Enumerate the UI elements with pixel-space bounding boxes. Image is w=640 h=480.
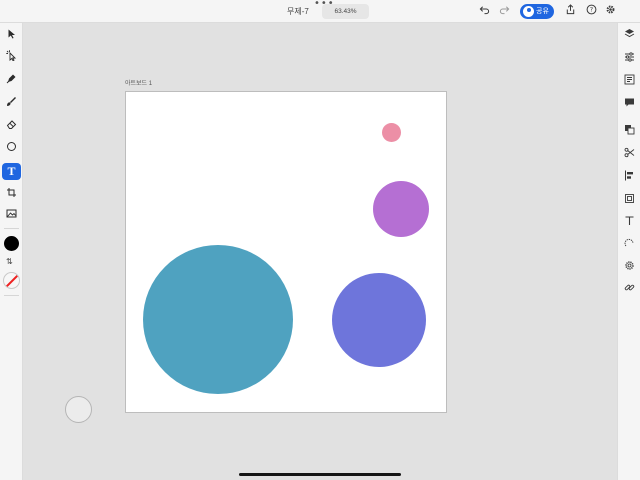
svg-text:?: ? bbox=[589, 6, 592, 14]
brush-tool[interactable] bbox=[2, 96, 21, 113]
swap-colors-icon[interactable]: ⇅ bbox=[6, 257, 13, 266]
brush-icon bbox=[7, 97, 16, 106]
artboard[interactable] bbox=[125, 91, 447, 413]
fill-color-swatch[interactable] bbox=[4, 236, 19, 251]
indigo-circle[interactable] bbox=[332, 273, 426, 367]
toolbar-divider bbox=[4, 228, 19, 229]
document-title[interactable]: 무제-7 bbox=[287, 6, 309, 17]
comments-icon[interactable] bbox=[622, 97, 637, 111]
redo-icon[interactable] bbox=[497, 4, 511, 18]
direct-select-tool[interactable] bbox=[2, 50, 21, 67]
image-tool[interactable] bbox=[2, 208, 21, 225]
person-icon bbox=[523, 6, 534, 17]
type-icon[interactable] bbox=[622, 215, 637, 229]
repeat-icon[interactable] bbox=[622, 237, 637, 251]
arrange-icon[interactable] bbox=[622, 124, 637, 138]
artboard-label[interactable]: 아트보드 1 bbox=[125, 78, 152, 87]
undo-icon[interactable] bbox=[477, 4, 491, 18]
pink-circle[interactable] bbox=[382, 123, 401, 142]
quick-action-button[interactable] bbox=[65, 396, 92, 423]
purple-circle[interactable] bbox=[373, 181, 429, 237]
select-tool[interactable] bbox=[2, 28, 21, 45]
layers-icon[interactable] bbox=[622, 28, 637, 42]
stroke-color-swatch[interactable] bbox=[3, 272, 20, 289]
properties-icon[interactable] bbox=[622, 51, 637, 65]
toolbar-divider bbox=[4, 295, 19, 296]
eraser-icon bbox=[6, 120, 17, 129]
gear-icon[interactable] bbox=[603, 4, 617, 18]
shape-tool[interactable] bbox=[2, 141, 21, 158]
right-panel bbox=[617, 23, 640, 480]
ellipse-icon bbox=[7, 142, 16, 151]
artboard-tool[interactable] bbox=[2, 187, 21, 204]
left-toolbar: T ⇅ bbox=[0, 23, 23, 480]
arrow-icon bbox=[8, 29, 15, 39]
transform-icon[interactable] bbox=[622, 193, 637, 207]
libraries-icon[interactable] bbox=[622, 74, 637, 88]
pen-tool[interactable] bbox=[2, 73, 21, 90]
align-icon[interactable] bbox=[622, 170, 637, 184]
eraser-tool[interactable] bbox=[2, 119, 21, 136]
text-tool[interactable]: T bbox=[2, 163, 21, 180]
share-button[interactable]: 공유 bbox=[520, 4, 554, 19]
link-icon[interactable] bbox=[622, 282, 637, 296]
help-icon[interactable]: ? bbox=[584, 4, 598, 18]
pen-icon bbox=[6, 74, 16, 84]
home-indicator bbox=[239, 473, 401, 476]
image-icon bbox=[6, 209, 17, 218]
share-label: 공유 bbox=[536, 8, 549, 15]
top-bar: ••• 무제-7 63.43% 공유 ? bbox=[0, 0, 640, 23]
export-icon[interactable] bbox=[563, 4, 577, 18]
magic-select-icon bbox=[6, 50, 17, 62]
zoom-level[interactable]: 63.43% bbox=[322, 4, 369, 19]
scissors-icon[interactable] bbox=[622, 147, 637, 161]
artboard-icon bbox=[7, 188, 16, 197]
settings-cog-icon[interactable] bbox=[622, 260, 637, 274]
teal-circle[interactable] bbox=[143, 245, 293, 394]
